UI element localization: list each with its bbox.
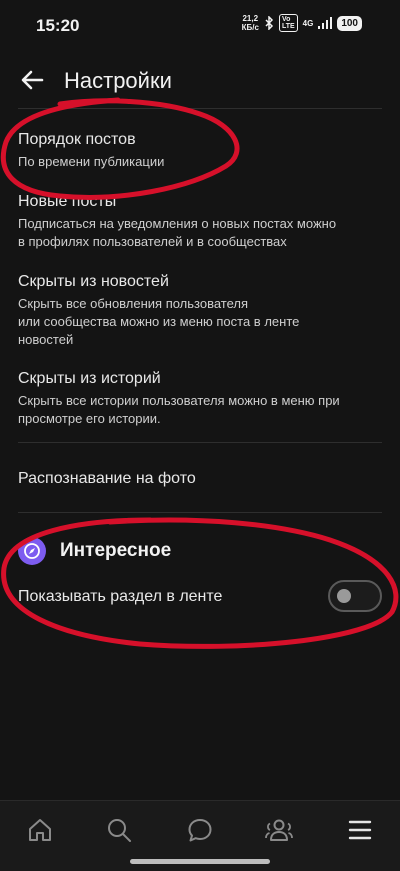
section-divider (18, 512, 382, 513)
setting-title: Порядок постов (18, 131, 136, 148)
setting-photo-recognition[interactable]: Распознавание на фото (18, 469, 382, 489)
friends-icon (265, 819, 293, 841)
page-title: Настройки (64, 68, 172, 93)
setting-title: Новые посты (18, 193, 117, 210)
menu-icon (348, 820, 372, 840)
setting-subtitle: По времени публикации (18, 154, 165, 169)
app-header: Настройки (0, 55, 400, 105)
section-divider (18, 442, 382, 443)
setting-post-order[interactable]: Порядок постов По времени публикации (18, 130, 382, 171)
setting-hidden-news[interactable]: Скрыты из новостей Скрыть все обновления… (18, 272, 382, 349)
back-arrow-icon (21, 70, 44, 90)
setting-subtitle: Скрыть все истории пользователя можно в … (18, 393, 340, 426)
header-divider (18, 108, 382, 109)
setting-new-posts[interactable]: Новые посты Подписаться на уведомления о… (18, 192, 382, 251)
setting-title: Скрыты из историй (18, 370, 161, 387)
battery-icon: 100 (337, 15, 362, 31)
toggle-label: Показывать раздел в ленте (18, 588, 223, 605)
interesting-section-header: Интересное (18, 536, 171, 566)
setting-subtitle: Подписаться на уведомления о новых поста… (18, 216, 337, 249)
nav-home[interactable] (25, 815, 55, 845)
messages-icon (188, 819, 212, 842)
nav-messages[interactable] (185, 815, 215, 845)
network-speed-value: 21,2 (242, 14, 259, 23)
nav-menu[interactable] (345, 815, 375, 845)
home-indicator (130, 859, 270, 864)
setting-subtitle: Скрыть все обновления пользователя или с… (18, 296, 300, 347)
toggle-knob (337, 589, 351, 603)
search-icon (108, 819, 131, 842)
status-icons: 21,2 КБ/с Vo LTE 4G 100 (242, 14, 362, 32)
network-type: 4G (302, 18, 314, 28)
status-time: 15:20 (36, 16, 80, 35)
show-section-toggle[interactable] (328, 580, 382, 612)
back-button[interactable] (18, 65, 48, 95)
setting-hidden-stories[interactable]: Скрыты из историй Скрыть все истории пол… (18, 369, 382, 428)
signal-icon (318, 17, 333, 29)
network-speed: 21,2 КБ/с (242, 14, 259, 32)
bluetooth-icon (265, 16, 273, 30)
nav-search[interactable] (104, 815, 134, 845)
volte-icon: Vo LTE (278, 14, 298, 32)
setting-title: Скрыты из новостей (18, 273, 169, 290)
nav-friends[interactable] (264, 815, 294, 845)
show-section-row[interactable]: Показывать раздел в ленте (18, 580, 382, 614)
compass-icon (18, 537, 46, 565)
home-icon (29, 819, 51, 841)
network-speed-unit: КБ/с (241, 23, 259, 32)
section-title: Интересное (60, 540, 172, 561)
setting-title: Распознавание на фото (18, 470, 196, 487)
status-bar: 15:20 21,2 КБ/с Vo LTE 4G 100 (0, 0, 400, 50)
